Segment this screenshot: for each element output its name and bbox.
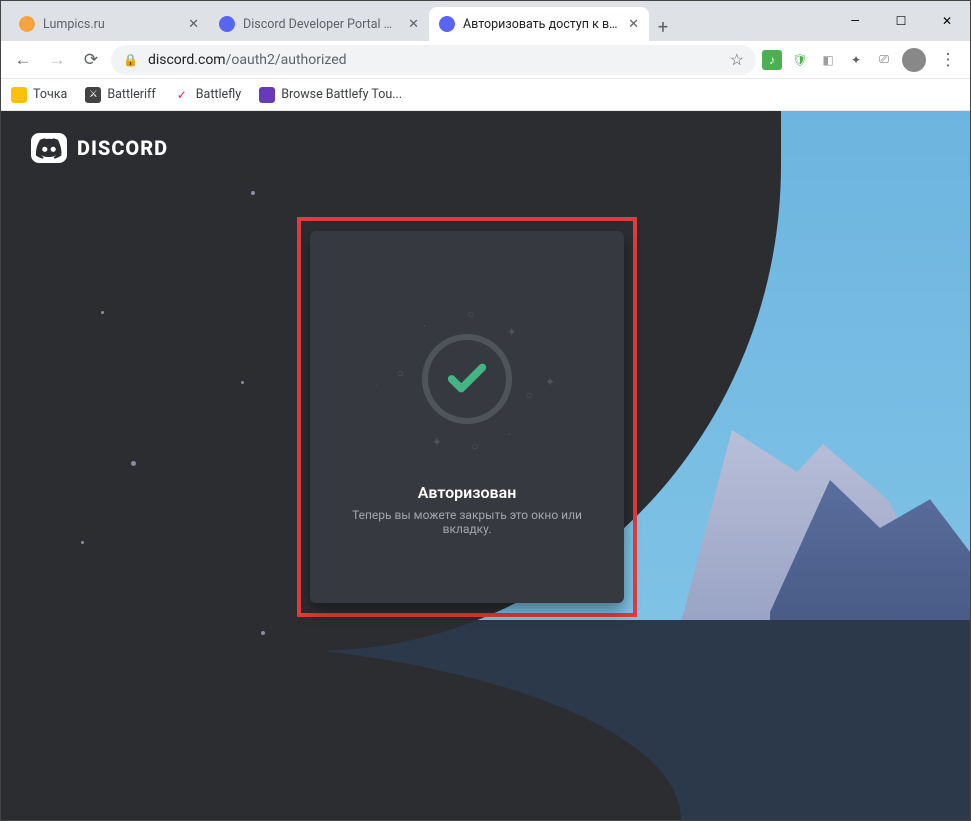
bookmark-star-icon[interactable]: ☆ — [730, 50, 744, 69]
bookmark-battlefy[interactable]: Browse Battlefy Tou... — [259, 87, 402, 103]
checkmark-icon — [444, 356, 490, 402]
star-dot — [131, 461, 136, 466]
bookmark-icon — [259, 87, 275, 103]
ext-music-icon[interactable]: ♪ — [762, 50, 782, 70]
close-button[interactable]: ✕ — [924, 5, 970, 37]
url-path: /oauth2/authorized — [226, 52, 347, 68]
auth-title: Авторизован — [418, 483, 517, 502]
bookmark-icon: ⚔ — [85, 87, 101, 103]
bookmarks-bar: Точка ⚔ Battleriff ✓ Battlefly Browse Ba… — [1, 79, 970, 111]
bookmark-label: Battlefly — [196, 87, 241, 102]
page-content: DISCORD ○ · ✦ · ○ ✦ ○ ✦ ○ · — [1, 111, 970, 820]
browser-window: Lumpics.ru ✕ Discord Developer Portal — … — [0, 0, 971, 821]
tab-title: Авторизовать доступ к ваше — [463, 17, 620, 32]
favicon-lumpics — [19, 16, 35, 32]
ext-reader-icon[interactable]: ⎚ — [874, 50, 894, 70]
ext-plugin-icon[interactable]: ◧ — [818, 50, 838, 70]
bookmark-tochka[interactable]: Точка — [11, 87, 67, 103]
favicon-discord — [439, 16, 455, 32]
maximize-button[interactable]: ☐ — [878, 5, 924, 37]
tab-discord-dev[interactable]: Discord Developer Portal — M ✕ — [209, 7, 429, 41]
star-dot — [251, 191, 255, 195]
tab-authorize[interactable]: Авторизовать доступ к ваше ✕ — [429, 7, 649, 41]
titlebar: Lumpics.ru ✕ Discord Developer Portal — … — [1, 1, 970, 41]
new-tab-button[interactable]: + — [649, 13, 677, 41]
auth-card: ○ · ✦ · ○ ✦ ○ ✦ ○ · Авторизован Теперь в… — [310, 231, 624, 603]
star-dot — [261, 631, 265, 635]
menu-button[interactable]: ⋮ — [934, 46, 962, 74]
auth-subtitle: Теперь вы можете закрыть это окно или вк… — [330, 508, 604, 536]
bookmark-battleriff[interactable]: ⚔ Battleriff — [85, 87, 155, 103]
star-dot — [101, 311, 104, 314]
annotation-highlight: ○ · ✦ · ○ ✦ ○ ✦ ○ · Авторизован Теперь в… — [297, 217, 637, 617]
favicon-discord — [219, 16, 235, 32]
url-host: discord.com — [148, 52, 226, 68]
back-button[interactable]: ← — [9, 46, 37, 74]
minimize-button[interactable]: — — [832, 5, 878, 37]
toolbar: ← → ⟳ 🔒 discord.com/oauth2/authorized ☆ … — [1, 41, 970, 79]
check-illustration: ○ · ✦ · ○ ✦ ○ ✦ ○ · — [357, 299, 577, 459]
tab-strip: Lumpics.ru ✕ Discord Developer Portal — … — [1, 1, 832, 41]
tab-title: Discord Developer Portal — M — [243, 17, 400, 32]
lock-icon: 🔒 — [123, 53, 138, 67]
close-icon[interactable]: ✕ — [628, 17, 639, 32]
tab-lumpics[interactable]: Lumpics.ru ✕ — [9, 7, 209, 41]
close-icon[interactable]: ✕ — [408, 17, 419, 32]
profile-avatar[interactable] — [902, 48, 926, 72]
discord-logo: DISCORD — [31, 133, 168, 163]
close-icon[interactable]: ✕ — [188, 17, 199, 32]
forward-button[interactable]: → — [43, 46, 71, 74]
bookmark-label: Browse Battlefy Tou... — [281, 87, 402, 102]
ext-puzzle-icon[interactable]: ✦ — [846, 50, 866, 70]
star-dot — [81, 541, 84, 544]
discord-brand-text: DISCORD — [77, 136, 168, 160]
tab-title: Lumpics.ru — [43, 17, 180, 32]
bookmark-battlefly[interactable]: ✓ Battlefly — [174, 87, 241, 103]
check-circle — [422, 334, 512, 424]
window-controls: — ☐ ✕ — [832, 1, 970, 41]
ext-shield-icon[interactable]: 🛡 — [790, 50, 810, 70]
discord-icon — [31, 133, 67, 163]
bookmark-label: Точка — [33, 87, 67, 102]
reload-button[interactable]: ⟳ — [77, 46, 105, 74]
bookmark-label: Battleriff — [107, 87, 155, 102]
star-dot — [241, 381, 244, 384]
address-bar[interactable]: 🔒 discord.com/oauth2/authorized ☆ — [111, 45, 756, 75]
extension-icons: ♪ 🛡 ◧ ✦ ⎚ ⋮ — [762, 46, 962, 74]
bookmark-icon: ✓ — [174, 87, 190, 103]
bookmark-icon — [11, 87, 27, 103]
